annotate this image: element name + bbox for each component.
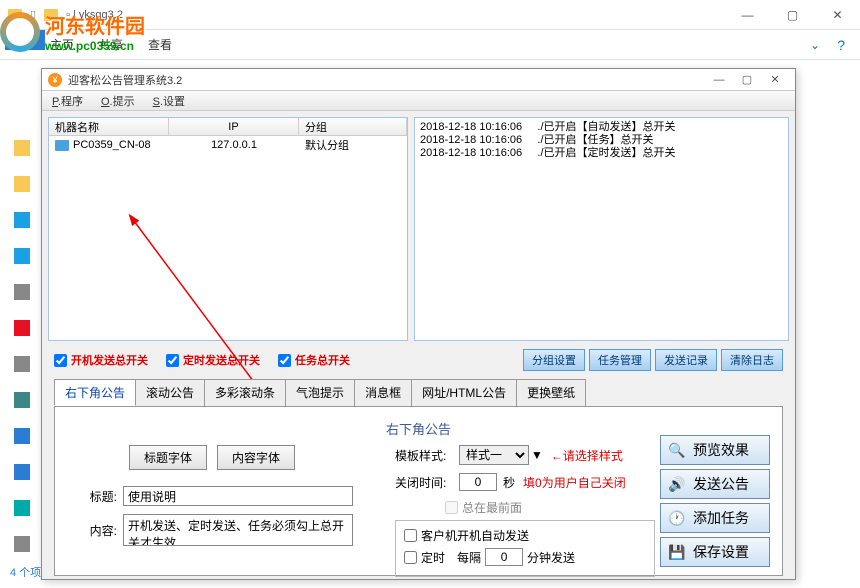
app-titlebar: ¥ 迎客松公告管理系统3.2 — ▢ ✕ <box>42 69 795 91</box>
cloud-icon[interactable] <box>14 248 30 264</box>
ribbon-view[interactable]: 查看 <box>148 36 172 53</box>
switch-row: 开机发送总开关 定时发送总开关 任务总开关 分组设置 任务管理 发送记录 清除日… <box>48 347 789 373</box>
tab-bubble[interactable]: 气泡提示 <box>285 379 355 406</box>
form-left: 标题字体 内容字体 标题: 内容: 开机发送、定时发送、任务必须勾上总开关才生效… <box>69 445 379 554</box>
btn-save[interactable]: 💾保存设置 <box>660 537 770 567</box>
input-interval[interactable] <box>485 548 523 566</box>
pc-icon <box>55 140 69 151</box>
btn-group-settings[interactable]: 分组设置 <box>523 349 585 371</box>
label-minutes: 分钟发送 <box>527 549 575 566</box>
table-header: 机器名称 IP 分组 <box>49 118 407 136</box>
input-content[interactable]: 开机发送、定时发送、任务必须勾上总开关才生效. <box>123 514 353 546</box>
tab-strip: 右下角公告 滚动公告 多彩滚动条 气泡提示 消息框 网址/HTML公告 更换壁纸 <box>48 379 789 406</box>
tab-wallpaper[interactable]: 更换壁纸 <box>516 379 586 406</box>
label-closetime: 关闭时间: <box>395 474 459 491</box>
btn-preview[interactable]: 🔍预览效果 <box>660 435 770 465</box>
onedrive-icon[interactable] <box>14 212 30 228</box>
btn-send[interactable]: 🔊发送公告 <box>660 469 770 499</box>
save-icon: 💾 <box>667 542 687 562</box>
log-panel: 2018-12-18 10:16:06 ./已开启【自动发送】总开关 2018-… <box>414 117 789 341</box>
site-url: www.pc0359.cn <box>45 39 145 53</box>
switch-task[interactable]: 任务总开关 <box>278 352 350 368</box>
select-template[interactable]: 样式一 <box>459 445 529 465</box>
btn-title-font[interactable]: 标题字体 <box>129 445 207 470</box>
switch-timedsend[interactable]: 定时发送总开关 <box>166 352 260 368</box>
col-ip[interactable]: IP <box>169 118 299 135</box>
music-icon[interactable] <box>14 464 30 480</box>
downloads-icon[interactable] <box>14 428 30 444</box>
app-close[interactable]: ✕ <box>761 71 789 89</box>
explorer-sidebar <box>14 140 30 552</box>
tab-content: 右下角公告 标题字体 内容字体 标题: 内容: 开机发送、定时发送、任务必须勾上… <box>54 406 783 576</box>
thispc-icon[interactable] <box>14 284 30 300</box>
tab-scroll[interactable]: 滚动公告 <box>135 379 205 406</box>
app-title: 迎客松公告管理系统3.2 <box>68 72 705 88</box>
app-menubar: P.程序 O.提示 S.设置 <box>42 91 795 111</box>
table-row[interactable]: PC0359_CN-08 127.0.0.1 默认分组 <box>49 136 407 154</box>
chk-alwaystop[interactable]: 总在最前面 <box>445 499 655 516</box>
cell-group: 默认分组 <box>299 137 407 153</box>
folder-icon[interactable] <box>14 176 30 192</box>
tab-msgbox[interactable]: 消息框 <box>354 379 412 406</box>
log-line: 2018-12-18 10:16:06 ./已开启【任务】总开关 <box>420 134 783 147</box>
dropdown-arrow-icon: ▼ <box>531 448 543 462</box>
site-name: 河东软件园 <box>45 10 145 39</box>
help-icon[interactable]: ? <box>837 37 845 53</box>
tab-multicolor[interactable]: 多彩滚动条 <box>204 379 286 406</box>
tab-urlhtml[interactable]: 网址/HTML公告 <box>411 379 517 406</box>
menu-settings[interactable]: S.设置 <box>153 93 185 109</box>
video-icon[interactable] <box>14 320 30 336</box>
hint-template: ←请选择样式 <box>551 447 623 464</box>
clock-icon: 🕐 <box>667 508 687 528</box>
pictures-icon[interactable] <box>14 356 30 372</box>
col-name[interactable]: 机器名称 <box>49 118 169 135</box>
label-seconds: 秒 <box>503 474 515 491</box>
btn-send-log[interactable]: 发送记录 <box>655 349 717 371</box>
btn-content-font[interactable]: 内容字体 <box>217 445 295 470</box>
btn-addtask[interactable]: 🕐添加任务 <box>660 503 770 533</box>
switch-bootsend[interactable]: 开机发送总开关 <box>54 352 148 368</box>
label-every: 每隔 <box>457 549 481 566</box>
app-maximize[interactable]: ▢ <box>733 71 761 89</box>
magnifier-icon: 🔍 <box>667 440 687 460</box>
drive-icon[interactable] <box>14 536 30 552</box>
app-minimize[interactable]: — <box>705 71 733 89</box>
auto-send-box: 客户机开机自动发送 定时 每隔 分钟发送 <box>395 520 655 577</box>
app-icon: ¥ <box>48 73 62 87</box>
log-line: 2018-12-18 10:16:06 ./已开启【自动发送】总开关 <box>420 121 783 134</box>
close-button[interactable]: ✕ <box>815 0 860 30</box>
maximize-button[interactable]: ▢ <box>770 0 815 30</box>
watermark: 河东软件园 www.pc0359.cn <box>0 10 145 53</box>
explorer-status: 4 个项 <box>10 564 41 580</box>
documents-icon[interactable] <box>14 392 30 408</box>
minimize-button[interactable]: — <box>725 0 770 30</box>
label-content: 内容: <box>69 522 117 539</box>
side-buttons: 🔍预览效果 🔊发送公告 🕐添加任务 💾保存设置 <box>660 435 770 567</box>
form-mid: 模板样式: 样式一 ▼ ←请选择样式 关闭时间: 秒 填0为用户自己关闭 总在最… <box>395 445 655 577</box>
cell-ip: 127.0.0.1 <box>169 139 299 151</box>
app-window: ¥ 迎客松公告管理系统3.2 — ▢ ✕ P.程序 O.提示 S.设置 机器名称… <box>41 68 796 580</box>
chk-autosend[interactable]: 客户机开机自动发送 <box>404 527 646 544</box>
menu-program[interactable]: P.程序 <box>52 93 83 109</box>
btn-clear-log[interactable]: 清除日志 <box>721 349 783 371</box>
menu-tips[interactable]: O.提示 <box>101 93 135 109</box>
label-title: 标题: <box>69 488 117 505</box>
input-closetime[interactable] <box>459 473 497 491</box>
clients-panel: 机器名称 IP 分组 PC0359_CN-08 127.0.0.1 默认分组 <box>48 117 408 341</box>
log-line: 2018-12-18 10:16:06 ./已开启【定时发送】总开关 <box>420 147 783 160</box>
input-title[interactable] <box>123 486 353 506</box>
chk-timed[interactable]: 定时 每隔 分钟发送 <box>404 548 646 566</box>
col-group[interactable]: 分组 <box>299 118 407 135</box>
site-logo-icon <box>0 12 40 52</box>
desktop-icon[interactable] <box>14 500 30 516</box>
btn-task-manage[interactable]: 任务管理 <box>589 349 651 371</box>
label-template: 模板样式: <box>395 447 459 464</box>
tab-bottomright[interactable]: 右下角公告 <box>54 379 136 406</box>
expand-icon[interactable]: ⌄ <box>810 38 820 52</box>
folder-icon[interactable] <box>14 140 30 156</box>
hint-closetime: 填0为用户自己关闭 <box>523 474 626 491</box>
speaker-icon: 🔊 <box>667 474 687 494</box>
cell-name: PC0359_CN-08 <box>73 139 151 151</box>
